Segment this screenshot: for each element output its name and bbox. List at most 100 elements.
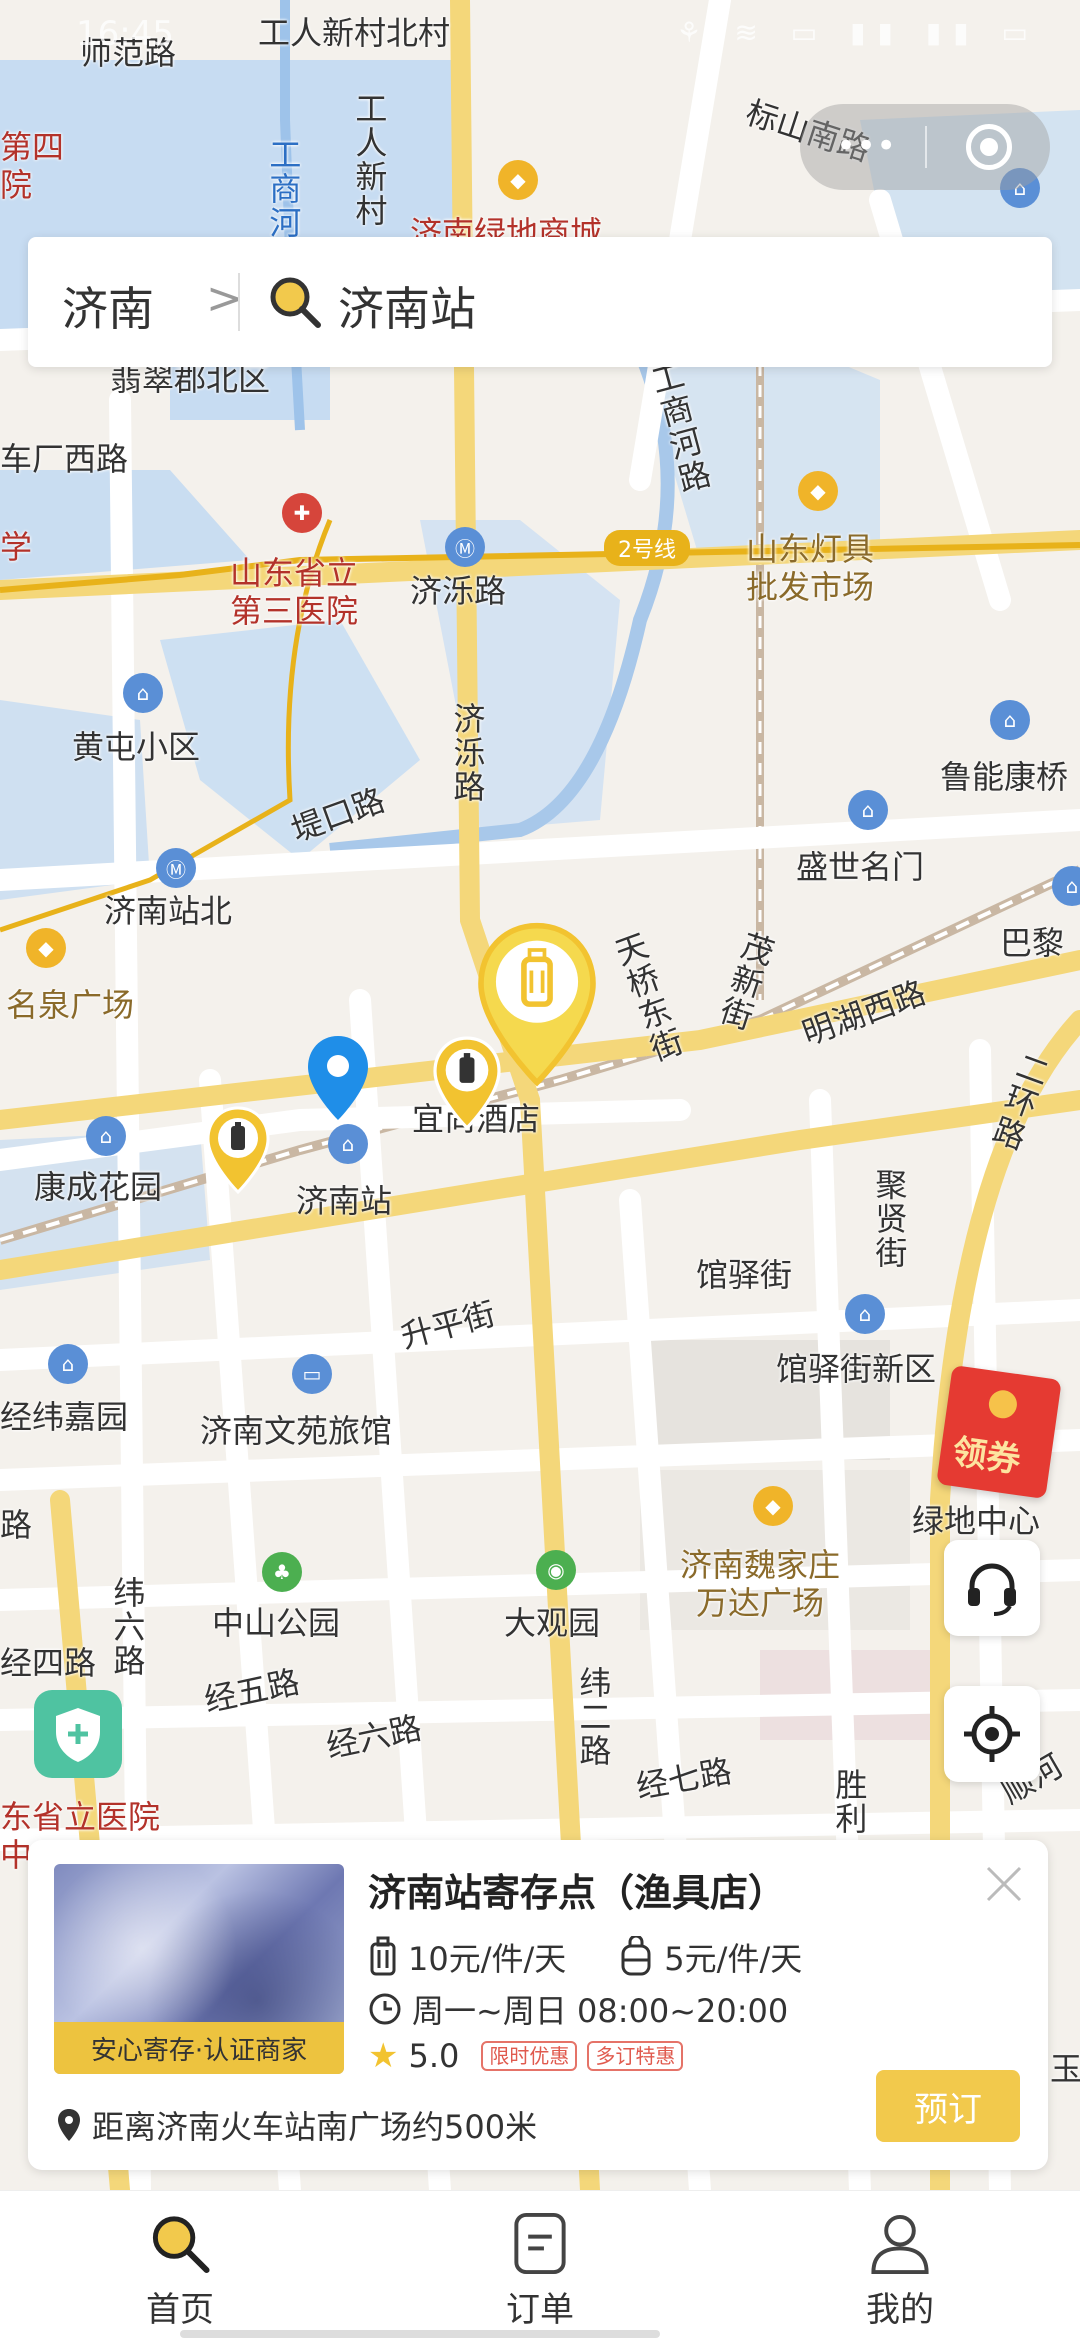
tab-orders[interactable]: 订单 (440, 2211, 640, 2331)
luggage-icon (370, 1936, 396, 1976)
map-label: 玉 (1050, 2050, 1080, 2088)
map-label: 院 (0, 166, 33, 204)
store-thumbnail[interactable]: 安心寄存·认证商家 (54, 1864, 344, 2074)
map-label: 车厂西路 (0, 440, 129, 478)
locate-button[interactable] (944, 1686, 1040, 1782)
map-label: 学 (0, 528, 33, 566)
search-bar: 济南 > 济南站 (28, 237, 1052, 367)
map-label: 济南站 (296, 1182, 393, 1220)
hours-row: 周一~周日 08:00~20:00 (368, 1986, 788, 2032)
promo-tag: 限时优惠 (481, 2041, 578, 2071)
clock-icon (369, 1993, 401, 2025)
search-icon (152, 2216, 210, 2274)
home-indicator (180, 2330, 660, 2338)
hotel-poi-icon: ▭ (292, 1354, 332, 1394)
residential-poi-icon: ⌂ (990, 700, 1030, 740)
map-label: 经纬嘉园 (0, 1398, 129, 1436)
distance-text: 距离济南火车站南广场约500米 (92, 2108, 538, 2146)
map-label: 绿地中心 (912, 1502, 1041, 1540)
coupon-button[interactable]: 领券 (936, 1364, 1062, 1500)
status-icons: ⚘ ≋ ▭ ▮▮ ▮▮ ▭ (676, 16, 1040, 49)
tab-label: 我的 (866, 2290, 934, 2330)
business-hours: 周一~周日 08:00~20:00 (412, 1992, 789, 2030)
tab-label: 订单 (506, 2290, 574, 2330)
bottom-tab-bar: 首页 订单 我的 (0, 2190, 1080, 2340)
map-label: 经四路 (0, 1644, 97, 1682)
map-label: 工商河 (264, 138, 303, 240)
tab-label: 首页 (146, 2290, 214, 2330)
map-label: 黄屯小区 (72, 728, 201, 766)
map-label: 济泺路 (410, 572, 507, 610)
selected-storage-marker-icon[interactable] (472, 922, 602, 1090)
map-label: 胜利 (830, 1768, 869, 1836)
map-label: 纬二路 (574, 1666, 613, 1768)
map-label: 馆驿街 (696, 1256, 793, 1294)
subway-station-icon: Ⓜ (445, 527, 485, 567)
store-card[interactable]: 安心寄存·认证商家 济南站寄存点（渔具店） 10元/件/天 5元/件/天 周一~… (28, 1840, 1048, 2170)
map-label: 济南站北 (104, 892, 233, 930)
status-time: 16:45 (76, 14, 174, 54)
promo-tag: 多订特惠 (587, 2041, 684, 2071)
coupon-icon (987, 1388, 1019, 1421)
verified-badge: 安心寄存·认证商家 (54, 2022, 344, 2074)
market-poi-icon: ◆ (798, 471, 838, 511)
map-label: 东省立医院 (0, 1798, 161, 1836)
map-label: 山东省立 第三医院 (230, 554, 359, 631)
location-pin-icon[interactable] (304, 1034, 372, 1124)
tab-profile[interactable]: 我的 (800, 2211, 1000, 2331)
shield-icon (56, 1708, 100, 1762)
store-name: 济南站寄存点（渔具店） (368, 1871, 787, 1915)
book-button[interactable]: 预订 (876, 2070, 1020, 2142)
location-icon (58, 2109, 80, 2141)
residential-poi-icon: ⌂ (848, 790, 888, 830)
search-input[interactable]: 济南站 (338, 273, 476, 339)
subway-line-badge: 2号线 (604, 530, 690, 566)
safety-shield-button[interactable] (34, 1690, 122, 1778)
order-icon (514, 2212, 566, 2275)
map-label: 工人新村 (350, 92, 389, 228)
map-label: 聚贤街 (870, 1168, 909, 1270)
residential-poi-icon: ⌂ (86, 1116, 126, 1156)
map-label: 名泉广场 (6, 986, 135, 1024)
coupon-label: 领券 (950, 1431, 1023, 1482)
residential-poi-icon: ⌂ (845, 1294, 885, 1334)
rating-row: ★ 5.0 限时优惠 多订特惠 (368, 2036, 684, 2076)
tab-home[interactable]: 首页 (80, 2211, 280, 2331)
map-label: 馆驿街新区 (776, 1350, 937, 1388)
residential-poi-icon: ⌂ (48, 1344, 88, 1384)
map-label: 巴黎 (1000, 924, 1065, 962)
map-label: 路 (0, 1506, 33, 1544)
map-label: 济南文苑旅馆 (200, 1412, 393, 1450)
residential-poi-icon: ⌂ (123, 673, 163, 713)
map-label: 鲁能康桥 (940, 758, 1069, 796)
map-label: 山东灯具 批发市场 (746, 530, 875, 607)
subway-station-icon: Ⓜ (156, 848, 196, 888)
mini-program-capsule: ••• (800, 104, 1050, 190)
map-label: 大观园 (504, 1604, 601, 1642)
map-label: 中山公园 (212, 1604, 341, 1642)
search-divider (238, 273, 240, 331)
rating-value: 5.0 (408, 2037, 460, 2075)
price-row: 10元/件/天 5元/件/天 (368, 1934, 802, 1980)
user-icon (871, 2214, 929, 2275)
attraction-poi-icon: ◉ (536, 1550, 576, 1590)
star-icon: ★ (368, 2036, 399, 2076)
headset-icon (968, 1563, 1016, 1616)
backpack-icon (621, 1936, 651, 1976)
capsule-divider (925, 126, 927, 168)
more-icon[interactable]: ••• (836, 126, 896, 166)
hospital-poi-icon: ✚ (282, 493, 322, 533)
mall-poi-icon: ◆ (753, 1486, 793, 1526)
customer-service-button[interactable] (944, 1540, 1040, 1636)
luggage-price: 10元/件/天 (408, 1940, 567, 1978)
close-target-icon[interactable] (966, 124, 1012, 170)
locate-icon (964, 1706, 1020, 1762)
storage-marker-icon[interactable] (204, 1106, 272, 1196)
close-icon[interactable] (982, 1862, 1026, 1906)
city-selector[interactable]: 济南 (62, 273, 154, 339)
search-icon[interactable] (266, 273, 324, 331)
mall-poi-icon: ◆ (498, 160, 538, 200)
map-label: 第四 (0, 128, 65, 166)
train-station-icon: ⌂ (328, 1124, 368, 1164)
map-label: 济泺路 (448, 702, 487, 804)
